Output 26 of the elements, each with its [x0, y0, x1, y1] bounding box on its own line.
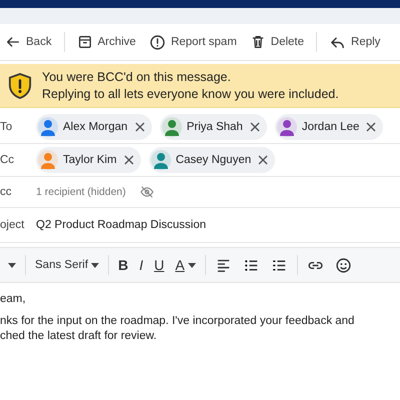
italic-button[interactable]: I	[137, 255, 146, 275]
bold-button[interactable]: B	[116, 255, 130, 275]
font-dropdown[interactable]: Sans Serif	[33, 257, 102, 273]
field-label: To	[0, 121, 14, 133]
text-color-button[interactable]: A	[173, 255, 198, 275]
reply-button[interactable]: Reply	[328, 30, 382, 54]
banner-title: You were BCC'd on this message.	[42, 70, 232, 84]
delete-button[interactable]: Delete	[248, 31, 306, 53]
banner-message: Replying to all lets everyone know you were included.	[42, 87, 339, 101]
body-text-line: nks for the input on the roadmap. I've incorporated your feedback and	[0, 315, 356, 327]
report-spam-button[interactable]: Report spam	[148, 30, 238, 54]
recipient-chip[interactable]: Taylor Kim	[36, 147, 141, 173]
field-label: Cc	[0, 154, 16, 166]
body-text-line: ched the latest draft for review.	[0, 330, 158, 342]
underline-button[interactable]: U	[152, 255, 166, 275]
archive-button[interactable]: Archive	[76, 31, 137, 53]
subject-text: Q2 Product Roadmap Discussion	[36, 219, 206, 231]
hidden-recipient-count: 1 recipient (hidden)	[36, 186, 126, 198]
body-text-line: eam,	[0, 293, 27, 305]
recipient-chip[interactable]: Alex Morgan	[36, 114, 152, 140]
recipient-chip[interactable]: Casey Nguyen	[148, 147, 276, 173]
recipient-chip[interactable]: Priya Shah	[160, 114, 267, 140]
field-label: cc	[0, 186, 12, 198]
back-button[interactable]: Back	[4, 31, 53, 53]
field-label: oject	[0, 219, 26, 231]
recipient-chip[interactable]: Jordan Lee	[274, 114, 384, 140]
